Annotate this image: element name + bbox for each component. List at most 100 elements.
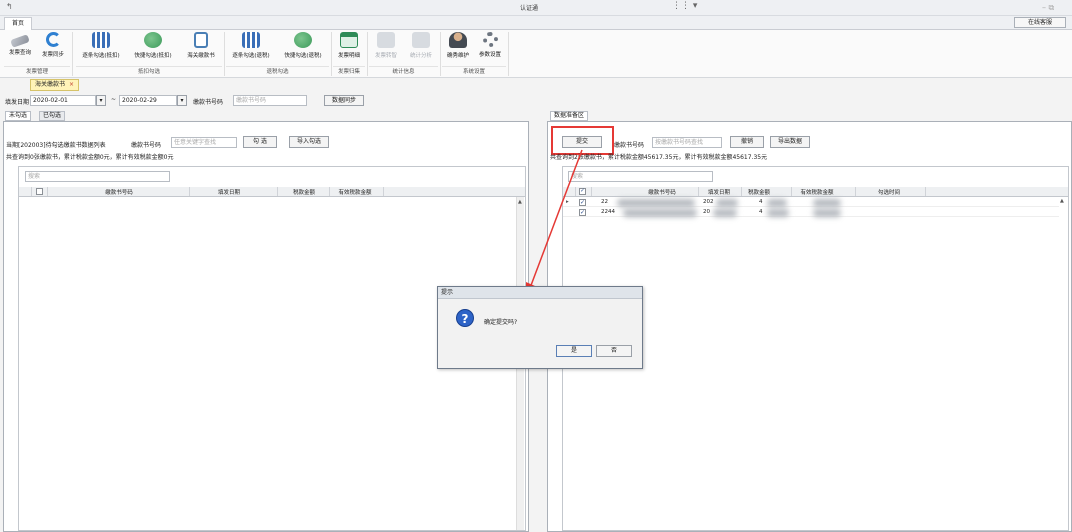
dialog-title: 提示 bbox=[438, 287, 642, 299]
col-tax-amount[interactable]: 税款金额 bbox=[742, 188, 776, 196]
group-label-system-settings: 系统设置 bbox=[442, 66, 506, 75]
ribbon-toolbar: 发票查询 发票同步 逐条勾选(抵扣) 快捷勾选(抵扣) 海关缴款书 逐条勾选(退… bbox=[0, 30, 1072, 78]
row-amount: 4 bbox=[759, 209, 763, 215]
top-tab-strip: 首页 在线客服 bbox=[0, 16, 1072, 30]
yes-button[interactable]: 是 bbox=[556, 345, 592, 357]
app-icon: ↰ bbox=[6, 2, 13, 11]
right-subtabs: 数据准备区 bbox=[550, 111, 610, 121]
export-button[interactable]: 导出数据 bbox=[770, 136, 810, 148]
redacted-block bbox=[813, 209, 841, 217]
date-from-input[interactable]: 2020-02-01 bbox=[30, 95, 96, 106]
col-check-time[interactable]: 勾选时间 bbox=[857, 188, 921, 196]
row-date: 202 bbox=[703, 199, 714, 205]
close-icon[interactable]: × bbox=[69, 81, 74, 88]
tab-unchecked[interactable]: 未勾选 bbox=[5, 111, 32, 121]
no-button[interactable]: 否 bbox=[596, 345, 632, 357]
tab-home[interactable]: 首页 bbox=[4, 17, 32, 30]
group-label-deduct-check: 抵扣勾选 bbox=[76, 66, 222, 75]
pen-icon bbox=[10, 34, 30, 48]
redacted-block bbox=[813, 199, 841, 207]
redacted-block bbox=[623, 209, 697, 217]
confirm-dialog: 提示 ? 确定提交吗? 是 否 bbox=[437, 286, 643, 369]
filter-bar: 填发日期 2020-02-01 ▾ ~ 2020-02-29 ▾ 缴款书号码 缴… bbox=[0, 94, 1072, 110]
chart-icon bbox=[412, 32, 430, 48]
dock-handle-icon[interactable]: ⋮⋮ ▾ bbox=[672, 1, 697, 11]
select-all-checkbox[interactable] bbox=[36, 188, 43, 195]
window-controls[interactable]: – ⧉ bbox=[1042, 3, 1054, 13]
right-number-search[interactable]: 按缴款书号码查找 bbox=[652, 137, 722, 148]
left-number-label: 缴款书号码 bbox=[131, 142, 162, 149]
redacted-block bbox=[617, 199, 695, 207]
single-check-deduct-button[interactable]: 逐条勾选(抵扣) bbox=[76, 32, 126, 59]
select-button[interactable]: 勾 选 bbox=[243, 136, 277, 148]
right-number-label: 缴款书号码 bbox=[614, 142, 645, 149]
invoice-detail-button[interactable]: 发票明细 bbox=[333, 32, 365, 59]
customs-bill-button[interactable]: 海关缴款书 bbox=[180, 32, 222, 59]
revoke-button[interactable]: 撤销 bbox=[730, 136, 764, 148]
invoice-transfer-button[interactable]: 发票转智 bbox=[369, 32, 403, 59]
group-label-refund-check: 退税勾选 bbox=[226, 66, 329, 75]
group-label-invoice-management: 发票管理 bbox=[4, 66, 70, 75]
tab-customs-bill[interactable]: 海关缴款书 × bbox=[30, 79, 79, 91]
left-grid-search[interactable]: 搜索 bbox=[25, 171, 170, 182]
invoice-query-button[interactable]: 发票查询 bbox=[4, 32, 36, 56]
keyword-search-input[interactable]: 任意关键字查找 bbox=[171, 137, 237, 148]
date-to-dropdown-icon[interactable]: ▾ bbox=[177, 95, 187, 106]
number-search-input[interactable]: 缴款书号码 bbox=[233, 95, 307, 106]
spreadsheet-icon bbox=[340, 32, 358, 48]
annotation-arrow bbox=[526, 149, 583, 296]
tab-data-prep[interactable]: 数据准备区 bbox=[550, 111, 589, 121]
table-row[interactable]: ✓ 2244 20 4 bbox=[563, 208, 1059, 217]
document-icon bbox=[194, 32, 208, 48]
window-title: 认证通 bbox=[520, 5, 539, 12]
redacted-block bbox=[767, 199, 787, 207]
scroll-up-icon[interactable]: ▲ bbox=[1060, 198, 1064, 204]
row-amount: 4 bbox=[759, 199, 763, 205]
invoice-sync-button[interactable]: 发票同步 bbox=[37, 32, 69, 58]
tab-checked[interactable]: 已勾选 bbox=[39, 111, 66, 121]
qr-icon bbox=[92, 32, 110, 48]
number-label: 缴款书号码 bbox=[193, 99, 224, 106]
data-sync-button[interactable]: 数据同步 bbox=[324, 95, 364, 106]
right-grid-header: ✓ 缴款书号码 填发日期 税款金额 有效税款金额 勾选时间 bbox=[563, 187, 1068, 197]
statistics-analysis-button[interactable]: 统计分析 bbox=[404, 32, 438, 59]
col-date[interactable]: 填发日期 bbox=[699, 188, 739, 196]
left-panel-title: 当期[202003]待勾选缴款书数据列表 bbox=[6, 142, 106, 149]
dialog-message: 确定提交吗? bbox=[484, 319, 518, 326]
import-select-button[interactable]: 导入勾选 bbox=[289, 136, 329, 148]
group-label-statistics: 统计信息 bbox=[369, 66, 438, 75]
qr-icon bbox=[242, 32, 260, 48]
col-number[interactable]: 缴款书号码 bbox=[79, 188, 159, 196]
row-date: 20 bbox=[703, 209, 710, 215]
right-grid-scroll[interactable]: ▲ bbox=[1060, 197, 1068, 207]
col-valid-tax-amount[interactable]: 有效税款金额 bbox=[795, 188, 839, 196]
parameter-settings-button[interactable]: 参数设置 bbox=[474, 32, 506, 58]
table-row[interactable]: ▸ ✓ 22 202 4 bbox=[563, 198, 1059, 207]
left-subtabs: 未勾选 已勾选 bbox=[5, 111, 105, 121]
col-valid-tax-amount[interactable]: 有效税款金额 bbox=[331, 188, 379, 196]
left-summary: 共查询到0张缴款书，累计税款金额0元，累计有效税款金额0元 bbox=[6, 154, 174, 161]
redacted-block bbox=[767, 209, 789, 217]
title-bar: ↰ 认证通 ⋮⋮ ▾ – ⧉ bbox=[0, 0, 1072, 16]
date-range-tilde: ~ bbox=[111, 96, 117, 103]
arrow-line bbox=[529, 149, 583, 289]
row-number: 2244 bbox=[601, 209, 615, 215]
group-label-invoice-collection: 发票归集 bbox=[333, 66, 365, 75]
grid-icon bbox=[377, 32, 395, 48]
single-check-refund-button[interactable]: 逐条勾选(退税) bbox=[226, 32, 276, 59]
user-icon bbox=[449, 32, 467, 48]
quick-check-deduct-button[interactable]: 快捷勾选(抵扣) bbox=[128, 32, 178, 59]
col-number[interactable]: 缴款书号码 bbox=[627, 188, 697, 196]
date-from-dropdown-icon[interactable]: ▾ bbox=[96, 95, 106, 106]
left-grid-header: 缴款书号码 填发日期 税款金额 有效税款金额 bbox=[19, 187, 525, 197]
date-to-input[interactable]: 2020-02-29 bbox=[119, 95, 177, 106]
globe-icon bbox=[144, 32, 162, 48]
col-date[interactable]: 填发日期 bbox=[199, 188, 259, 196]
online-service-button[interactable]: 在线客服 bbox=[1014, 17, 1066, 28]
redacted-block bbox=[713, 209, 737, 217]
maintain-button[interactable]: 确秀维护 bbox=[442, 32, 474, 59]
col-tax-amount[interactable]: 税款金额 bbox=[281, 188, 327, 196]
quick-check-refund-button[interactable]: 快捷勾选(退税) bbox=[278, 32, 328, 59]
redacted-block bbox=[716, 199, 738, 207]
row-number: 22 bbox=[601, 199, 608, 205]
